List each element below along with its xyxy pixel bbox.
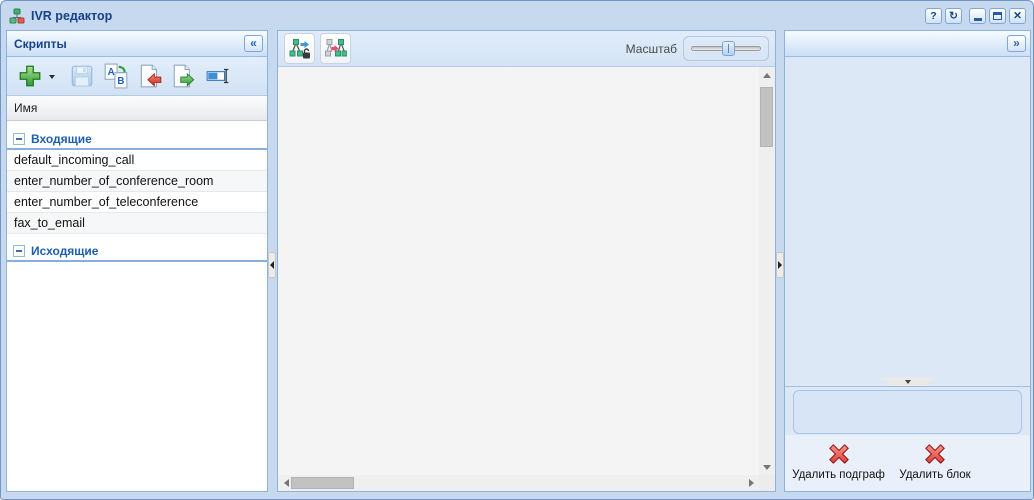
group-incoming[interactable]: Входящие	[7, 130, 267, 150]
scripts-panel: Скрипты « A B Имя Входящие default_incom…	[6, 30, 268, 492]
import-script-button[interactable]	[135, 61, 165, 91]
chevron-down-icon	[904, 379, 911, 384]
expand-right-panel-button[interactable]: »	[1007, 35, 1026, 52]
horizontal-scrollbar[interactable]	[278, 475, 759, 491]
ivr-editor-window: IVR редактор ? ↻ ✕ Скрипты « A B Имя Вхо…	[0, 0, 1034, 500]
arrow-right-icon	[748, 479, 754, 487]
block-preview-box	[793, 390, 1022, 434]
zoom-slider-track[interactable]	[691, 41, 761, 56]
rename-icon	[206, 68, 229, 84]
collapse-group-icon[interactable]	[13, 245, 25, 257]
collapse-left-panel-button[interactable]: «	[244, 35, 263, 52]
add-script-button[interactable]	[15, 61, 45, 91]
delete-cross-icon	[828, 444, 849, 464]
scroll-up-button[interactable]	[759, 67, 775, 83]
arrow-down-icon	[763, 464, 771, 470]
minimize-icon	[973, 18, 982, 21]
scripts-panel-title: Скрипты	[14, 36, 67, 51]
close-button[interactable]: ✕	[1009, 8, 1026, 24]
delete-block-button[interactable]: Удалить блок	[895, 441, 975, 481]
graph-canvas[interactable]	[278, 67, 775, 491]
properties-area	[785, 57, 1030, 386]
script-row[interactable]: default_incoming_call	[7, 150, 267, 171]
scripts-toolbar: A B	[7, 57, 267, 96]
column-header-name[interactable]: Имя	[7, 96, 267, 121]
export-graph-button[interactable]	[284, 33, 315, 64]
zoom-slider-thumb[interactable]	[721, 41, 735, 56]
import-icon	[140, 64, 162, 88]
window-tools: ? ↻ ✕	[925, 8, 1026, 24]
rename-script-button[interactable]	[203, 61, 233, 91]
zoom-control: Масштаб	[626, 36, 769, 61]
maximize-button[interactable]	[989, 8, 1006, 24]
copy-ab-icon: A B	[104, 63, 128, 89]
svg-text:B: B	[117, 76, 124, 87]
properties-panel-header: »	[785, 31, 1030, 57]
minimize-button[interactable]	[969, 8, 986, 24]
save-script-button[interactable]	[67, 61, 97, 91]
scrollbar-corner	[759, 475, 775, 491]
graph-toolbar: Масштаб	[278, 31, 775, 67]
graph-editor-panel: Масштаб	[277, 30, 776, 492]
collapse-group-icon[interactable]	[13, 133, 25, 145]
arrow-up-icon	[763, 72, 771, 78]
maximize-icon	[993, 12, 1002, 20]
close-icon: ✕	[1013, 9, 1022, 22]
scroll-down-button[interactable]	[759, 459, 775, 475]
bottom-section-divider	[785, 377, 1030, 387]
vertical-scroll-thumb[interactable]	[760, 87, 773, 147]
add-icon	[19, 65, 41, 87]
script-row[interactable]: enter_number_of_conference_room	[7, 171, 267, 192]
expand-right-handle[interactable]	[776, 252, 784, 278]
save-icon	[71, 65, 93, 87]
chevron-left-icon	[270, 261, 274, 269]
scripts-list: Входящие default_incoming_call enter_num…	[7, 122, 267, 491]
scripts-panel-header: Скрипты «	[7, 31, 267, 57]
title-bar[interactable]: IVR редактор ? ↻ ✕	[4, 4, 1030, 28]
refresh-button[interactable]: ↻	[945, 8, 962, 24]
help-icon: ?	[930, 9, 937, 22]
svg-text:A: A	[108, 67, 115, 78]
arrow-left-icon	[283, 479, 289, 487]
delete-actions-bar: Удалить подграф Удалить блок	[785, 435, 1030, 491]
properties-panel: » Удалить подграф Удалить блок	[784, 30, 1031, 492]
right-splitter[interactable]	[776, 30, 784, 492]
graph-lock-icon	[289, 38, 310, 58]
left-splitter[interactable]	[268, 30, 277, 492]
group-outgoing[interactable]: Исходящие	[7, 242, 267, 262]
horizontal-scroll-thumb[interactable]	[291, 477, 354, 489]
vertical-scrollbar[interactable]	[759, 67, 775, 475]
refresh-icon: ↻	[949, 9, 958, 22]
delete-subgraph-button[interactable]: Удалить подграф	[791, 441, 886, 481]
export-icon	[173, 64, 195, 88]
duplicate-script-button[interactable]: A B	[101, 61, 131, 91]
graph-apply-icon	[324, 38, 347, 56]
help-button[interactable]: ?	[925, 8, 942, 24]
add-script-menu-button[interactable]	[49, 75, 55, 79]
script-row[interactable]: enter_number_of_teleconference	[7, 192, 267, 213]
scroll-right-button[interactable]	[743, 475, 759, 491]
script-row[interactable]: fax_to_email	[7, 213, 267, 234]
apply-graph-button[interactable]	[320, 33, 351, 64]
flowchart-icon	[9, 8, 25, 24]
window-title: IVR редактор	[31, 9, 113, 23]
zoom-label: Масштаб	[625, 41, 677, 56]
delete-cross-icon	[925, 444, 945, 464]
collapse-left-handle[interactable]	[268, 252, 276, 278]
export-script-button[interactable]	[169, 61, 199, 91]
zoom-slider[interactable]	[683, 36, 769, 61]
chevron-right-icon	[778, 261, 782, 269]
